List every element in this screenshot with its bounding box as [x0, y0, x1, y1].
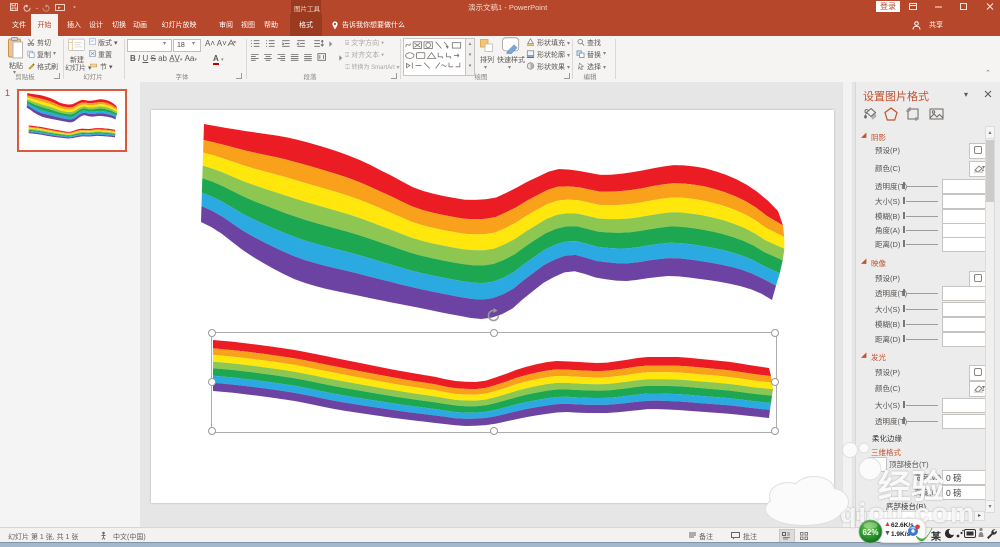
svg-text:62%: 62%: [862, 528, 878, 537]
